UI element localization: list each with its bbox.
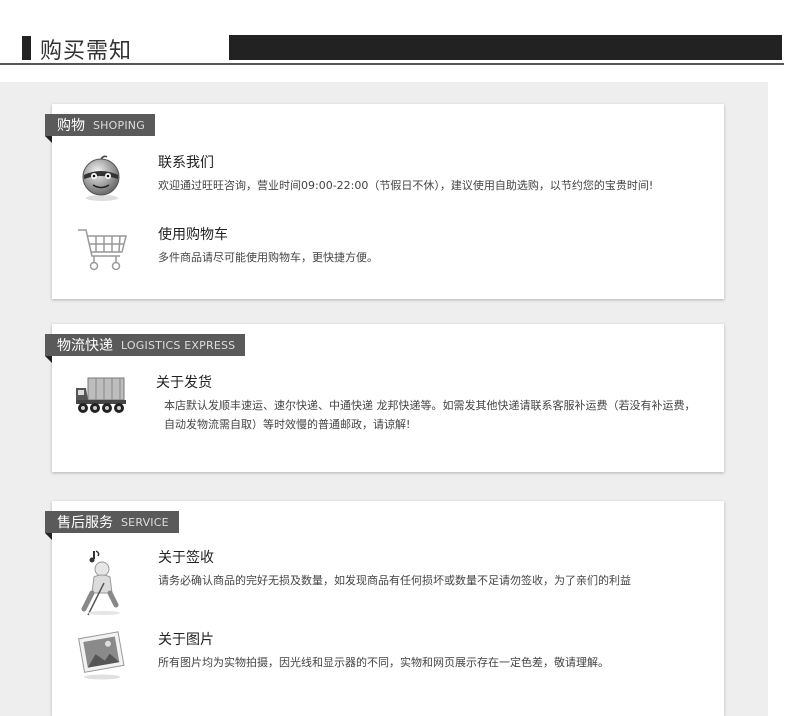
section-tab-shopping: 购物 SHOPING	[45, 114, 155, 143]
page-title: 购买需知	[40, 39, 133, 64]
section-service: 售后服务 SERVICE 关于签收 请务必确认商品的完好无损及数量，如发现商品有…	[45, 501, 724, 716]
info-item-description: 欢迎通过旺旺咨询，营业时间09:00-22:00（节假日不休），建议使用自助选购…	[158, 179, 654, 192]
section-shopping: 购物 SHOPING 联系我们 欢迎通过旺旺咨询，营业时间09:00-22:00…	[45, 104, 724, 299]
info-item-title: 联系我们	[158, 155, 214, 171]
person-signing-icon	[74, 549, 130, 617]
shopping-cart-icon	[74, 226, 130, 276]
info-item-description: 所有图片均为实物拍摄，因光线和显示器的不同，实物和网页展示存在一定色差，敬请理解…	[158, 656, 609, 669]
section-logistics: 物流快递 LOGISTICS EXPRESS 关于发货 本店默认发顺丰速运、速尔	[45, 324, 724, 472]
info-item-description: 请务必确认商品的完好无损及数量，如发现商品有任何损坏或数量不足请勿签收，为了亲们…	[158, 574, 631, 587]
info-item-title: 关于发货	[156, 375, 212, 391]
info-item-title: 使用购物车	[158, 227, 228, 243]
section-tab-logistics: 物流快递 LOGISTICS EXPRESS	[45, 334, 246, 363]
info-item-text: 联系我们 欢迎通过旺旺咨询，营业时间09:00-22:00（节假日不休），建议使…	[158, 154, 704, 195]
photo-frame-icon	[74, 631, 130, 681]
section-tab-subtitle: SERVICE	[121, 515, 169, 529]
page-header: 购买需知	[0, 0, 790, 70]
title-marker	[22, 36, 31, 60]
info-item-title: 关于签收	[158, 550, 214, 566]
smiley-face-icon	[74, 154, 130, 204]
section-tab-subtitle: SHOPING	[93, 118, 145, 132]
info-item-description: 本店默认发顺丰速运、速尔快递、中通快递 龙邦快递等。如需发其他快递请联系客服补运…	[164, 399, 696, 431]
section-tab-title: 购物	[57, 118, 85, 134]
info-item-title: 关于图片	[158, 632, 214, 648]
header-rule	[0, 63, 784, 65]
info-item-text: 使用购物车 多件商品请尽可能使用购物车，更快捷方便。	[158, 226, 704, 267]
info-item-text: 关于签收 请务必确认商品的完好无损及数量，如发现商品有任何损坏或数量不足请勿签收…	[158, 549, 704, 590]
info-item-text: 关于发货 本店默认发顺丰速运、速尔快递、中通快递 龙邦快递等。如需发其他快递请联…	[156, 374, 704, 434]
section-tab-service: 售后服务 SERVICE	[45, 511, 179, 540]
section-tab-title: 售后服务	[57, 515, 113, 531]
info-item-description: 多件商品请尽可能使用购物车，更快捷方便。	[158, 251, 378, 264]
info-item-text: 关于图片 所有图片均为实物拍摄，因光线和显示器的不同，实物和网页展示存在一定色差…	[158, 631, 704, 672]
title-bar	[229, 35, 782, 60]
delivery-truck-icon	[74, 374, 130, 424]
section-tab-subtitle: LOGISTICS EXPRESS	[121, 338, 236, 352]
section-tab-title: 物流快递	[57, 338, 113, 354]
